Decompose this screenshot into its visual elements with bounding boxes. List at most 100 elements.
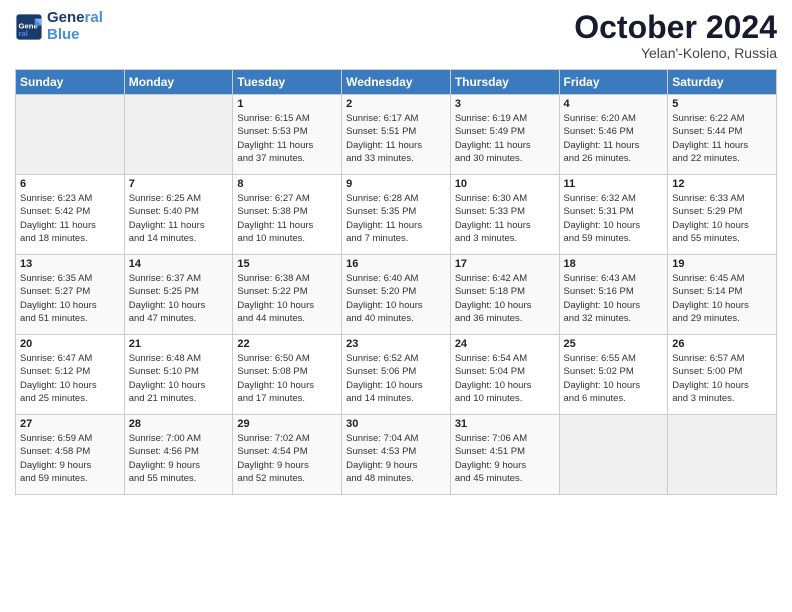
day-info: Sunrise: 6:42 AM Sunset: 5:18 PM Dayligh… [455,272,555,325]
calendar-cell: 15 Sunrise: 6:38 AM Sunset: 5:22 PM Dayli… [233,255,342,335]
calendar-cell: 22 Sunrise: 6:50 AM Sunset: 5:08 PM Dayli… [233,335,342,415]
calendar-cell: 27 Sunrise: 6:59 AM Sunset: 4:58 PM Dayli… [16,415,125,495]
day-number: 4 [564,98,664,110]
calendar-cell: 12 Sunrise: 6:33 AM Sunset: 5:29 PM Dayli… [668,175,777,255]
calendar-cell: 28 Sunrise: 7:00 AM Sunset: 4:56 PM Dayli… [124,415,233,495]
calendar-cell: 8 Sunrise: 6:27 AM Sunset: 5:38 PM Daylig… [233,175,342,255]
day-number: 19 [672,258,772,270]
day-number: 12 [672,178,772,190]
calendar-cell: 19Sunrise: 6:45 AM Sunset: 5:14 PM Dayli… [668,255,777,335]
calendar-cell: 24 Sunrise: 6:54 AM Sunset: 5:04 PM Dayli… [450,335,559,415]
day-info: Sunrise: 6:17 AM Sunset: 5:51 PM Dayligh… [346,112,446,165]
day-info: Sunrise: 7:06 AM Sunset: 4:51 PM Dayligh… [455,432,555,485]
day-number: 1 [237,98,337,110]
day-info: Sunrise: 6:22 AM Sunset: 5:44 PM Dayligh… [672,112,772,165]
calendar-cell [559,415,668,495]
day-info: Sunrise: 6:20 AM Sunset: 5:46 PM Dayligh… [564,112,664,165]
calendar-cell: 17 Sunrise: 6:42 AM Sunset: 5:18 PM Dayli… [450,255,559,335]
day-number: 15 [237,258,337,270]
header-row: Sunday Monday Tuesday Wednesday Thursday… [16,70,777,95]
col-thursday: Thursday [450,70,559,95]
day-number: 16 [346,258,446,270]
day-info: Sunrise: 6:59 AM Sunset: 4:58 PM Dayligh… [20,432,120,485]
day-info: Sunrise: 6:19 AM Sunset: 5:49 PM Dayligh… [455,112,555,165]
day-number: 18 [564,258,664,270]
day-number: 9 [346,178,446,190]
day-number: 11 [564,178,664,190]
day-number: 13 [20,258,120,270]
calendar-week-3: 13 Sunrise: 6:35 AM Sunset: 5:27 PM Dayli… [16,255,777,335]
calendar-cell: 11 Sunrise: 6:32 AM Sunset: 5:31 PM Dayli… [559,175,668,255]
day-info: Sunrise: 6:55 AM Sunset: 5:02 PM Dayligh… [564,352,664,405]
page: Gene ral General Blue October 2024 Yelan… [0,0,792,612]
title-area: October 2024 Yelan'-Koleno, Russia [574,10,777,61]
calendar-week-5: 27 Sunrise: 6:59 AM Sunset: 4:58 PM Dayli… [16,415,777,495]
calendar-cell: 20 Sunrise: 6:47 AM Sunset: 5:12 PM Dayli… [16,335,125,415]
day-number: 3 [455,98,555,110]
day-number: 21 [129,338,229,350]
calendar-table: Sunday Monday Tuesday Wednesday Thursday… [15,69,777,495]
calendar-cell: 23Sunrise: 6:52 AM Sunset: 5:06 PM Dayli… [342,335,451,415]
day-number: 7 [129,178,229,190]
calendar-cell: 30Sunrise: 7:04 AM Sunset: 4:53 PM Dayli… [342,415,451,495]
calendar-cell: 29 Sunrise: 7:02 AM Sunset: 4:54 PM Dayli… [233,415,342,495]
day-info: Sunrise: 6:37 AM Sunset: 5:25 PM Dayligh… [129,272,229,325]
day-info: Sunrise: 6:27 AM Sunset: 5:38 PM Dayligh… [237,192,337,245]
day-info: Sunrise: 6:38 AM Sunset: 5:22 PM Dayligh… [237,272,337,325]
day-number: 14 [129,258,229,270]
calendar-week-4: 20 Sunrise: 6:47 AM Sunset: 5:12 PM Dayli… [16,335,777,415]
day-number: 31 [455,418,555,430]
day-number: 5 [672,98,772,110]
day-info: Sunrise: 6:48 AM Sunset: 5:10 PM Dayligh… [129,352,229,405]
day-info: Sunrise: 6:50 AM Sunset: 5:08 PM Dayligh… [237,352,337,405]
calendar-cell: 7Sunrise: 6:25 AM Sunset: 5:40 PM Daylig… [124,175,233,255]
location: Yelan'-Koleno, Russia [574,45,777,61]
calendar-cell: 4 Sunrise: 6:20 AM Sunset: 5:46 PM Daylig… [559,95,668,175]
day-info: Sunrise: 6:30 AM Sunset: 5:33 PM Dayligh… [455,192,555,245]
day-info: Sunrise: 6:33 AM Sunset: 5:29 PM Dayligh… [672,192,772,245]
calendar-cell: 31 Sunrise: 7:06 AM Sunset: 4:51 PM Dayli… [450,415,559,495]
calendar-cell: 21 Sunrise: 6:48 AM Sunset: 5:10 PM Dayli… [124,335,233,415]
logo: Gene ral General Blue [15,10,103,43]
day-number: 26 [672,338,772,350]
calendar-cell: 26 Sunrise: 6:57 AM Sunset: 5:00 PM Dayli… [668,335,777,415]
logo-icon: Gene ral [15,13,43,41]
calendar-cell: 14 Sunrise: 6:37 AM Sunset: 5:25 PM Dayli… [124,255,233,335]
calendar-cell: 3 Sunrise: 6:19 AM Sunset: 5:49 PM Daylig… [450,95,559,175]
day-info: Sunrise: 6:40 AM Sunset: 5:20 PM Dayligh… [346,272,446,325]
day-info: Sunrise: 6:57 AM Sunset: 5:00 PM Dayligh… [672,352,772,405]
day-info: Sunrise: 6:35 AM Sunset: 5:27 PM Dayligh… [20,272,120,325]
day-info: Sunrise: 6:47 AM Sunset: 5:12 PM Dayligh… [20,352,120,405]
day-number: 22 [237,338,337,350]
day-number: 27 [20,418,120,430]
calendar-cell: 9 Sunrise: 6:28 AM Sunset: 5:35 PM Daylig… [342,175,451,255]
day-number: 29 [237,418,337,430]
day-info: Sunrise: 6:32 AM Sunset: 5:31 PM Dayligh… [564,192,664,245]
day-number: 20 [20,338,120,350]
day-info: Sunrise: 7:02 AM Sunset: 4:54 PM Dayligh… [237,432,337,485]
day-number: 10 [455,178,555,190]
calendar-cell: 5 Sunrise: 6:22 AM Sunset: 5:44 PM Daylig… [668,95,777,175]
calendar-cell: 6Sunrise: 6:23 AM Sunset: 5:42 PM Daylig… [16,175,125,255]
calendar-cell: 10 Sunrise: 6:30 AM Sunset: 5:33 PM Dayli… [450,175,559,255]
day-info: Sunrise: 7:00 AM Sunset: 4:56 PM Dayligh… [129,432,229,485]
day-number: 24 [455,338,555,350]
svg-text:ral: ral [19,29,28,38]
day-number: 6 [20,178,120,190]
day-number: 30 [346,418,446,430]
day-number: 28 [129,418,229,430]
day-info: Sunrise: 6:52 AM Sunset: 5:06 PM Dayligh… [346,352,446,405]
calendar-cell: 18 Sunrise: 6:43 AM Sunset: 5:16 PM Dayli… [559,255,668,335]
day-info: Sunrise: 6:15 AM Sunset: 5:53 PM Dayligh… [237,112,337,165]
day-number: 8 [237,178,337,190]
day-info: Sunrise: 6:54 AM Sunset: 5:04 PM Dayligh… [455,352,555,405]
header: Gene ral General Blue October 2024 Yelan… [15,10,777,61]
col-friday: Friday [559,70,668,95]
day-number: 25 [564,338,664,350]
day-info: Sunrise: 6:28 AM Sunset: 5:35 PM Dayligh… [346,192,446,245]
day-info: Sunrise: 6:43 AM Sunset: 5:16 PM Dayligh… [564,272,664,325]
calendar-cell: 1 Sunrise: 6:15 AM Sunset: 5:53 PM Daylig… [233,95,342,175]
day-number: 17 [455,258,555,270]
calendar-cell [124,95,233,175]
calendar-week-2: 6Sunrise: 6:23 AM Sunset: 5:42 PM Daylig… [16,175,777,255]
